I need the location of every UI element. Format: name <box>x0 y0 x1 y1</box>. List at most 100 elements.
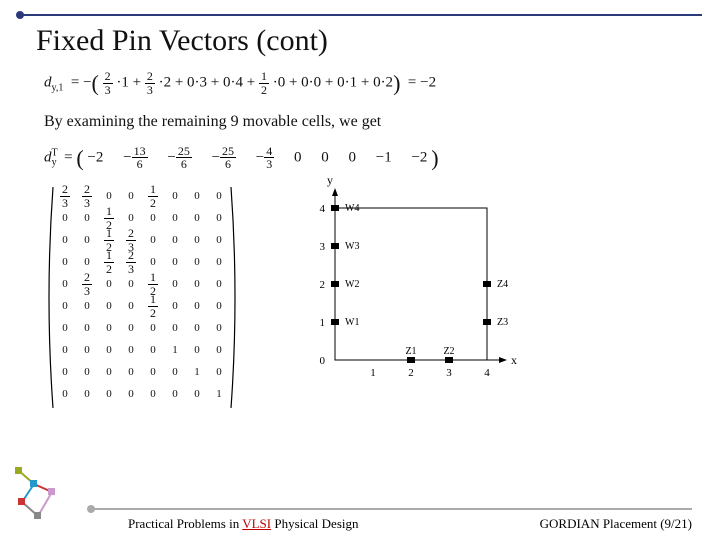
svg-text:2: 2 <box>408 367 414 379</box>
matrix-cell: 0 <box>216 234 222 246</box>
header-rule <box>18 14 702 16</box>
matrix-cell: 0 <box>62 234 68 246</box>
matrix-cell: 0 <box>216 300 222 312</box>
footer-right: GORDIAN Placement (9/21) <box>540 516 692 532</box>
svg-text:4: 4 <box>320 203 326 215</box>
page-title: Fixed Pin Vectors (cont) <box>36 24 328 58</box>
matrix-cell: 23 <box>82 183 92 209</box>
matrix-cell: 0 <box>172 234 178 246</box>
matrix-cell: 0 <box>62 322 68 334</box>
svg-text:Z1: Z1 <box>405 346 416 357</box>
matrix-cell: 0 <box>128 300 134 312</box>
svg-text:W1: W1 <box>345 317 359 328</box>
matrix-cell: 0 <box>62 300 68 312</box>
matrix-cell: 0 <box>172 322 178 334</box>
matrix-cell: 0 <box>84 212 90 224</box>
svg-text:Z4: Z4 <box>497 279 508 290</box>
matrix-cell: 12 <box>148 183 158 209</box>
svg-text:2: 2 <box>320 279 326 291</box>
matrix-cell: 0 <box>194 322 200 334</box>
matrix-cell: 0 <box>62 388 68 400</box>
matrix-cell: 0 <box>216 256 222 268</box>
svg-text:Z2: Z2 <box>443 346 454 357</box>
matrix-cell: 0 <box>128 344 134 356</box>
matrix-cell: 0 <box>62 344 68 356</box>
matrix-cell: 0 <box>194 256 200 268</box>
matrix-cell: 0 <box>150 212 156 224</box>
matrix-cell: 23 <box>126 249 136 275</box>
matrix-cell: 12 <box>148 293 158 319</box>
equation-dy1: dy,1 = −( 23 ·1 + 23 ·2 + 0·3 + 0·4 + 12… <box>44 70 688 97</box>
matrix-cell: 0 <box>194 190 200 202</box>
header-dot <box>16 11 24 19</box>
svg-text:W2: W2 <box>345 279 359 290</box>
matrix-cell: 0 <box>194 388 200 400</box>
matrix-cell: 0 <box>172 190 178 202</box>
svg-text:x: x <box>511 353 517 367</box>
matrix-cell: 0 <box>62 256 68 268</box>
matrix-cell: 0 <box>172 212 178 224</box>
matrix-cell: 0 <box>84 234 90 246</box>
matrix-cell: 0 <box>84 322 90 334</box>
matrix-cell: 1 <box>194 366 200 378</box>
matrix-cell: 0 <box>128 366 134 378</box>
matrix-cell: 0 <box>194 278 200 290</box>
matrix-cell: 0 <box>84 300 90 312</box>
matrix-cell: 0 <box>194 212 200 224</box>
svg-text:W4: W4 <box>345 203 359 214</box>
footer-rule <box>90 508 692 510</box>
matrix-cell: 0 <box>150 388 156 400</box>
matrix-cell: 12 <box>104 249 114 275</box>
matrix-cell: 0 <box>128 212 134 224</box>
matrix-cell: 1 <box>216 388 222 400</box>
matrix-cell: 0 <box>106 322 112 334</box>
matrix-cell: 0 <box>216 366 222 378</box>
svg-text:y: y <box>327 173 333 187</box>
matrix-cell: 0 <box>84 388 90 400</box>
matrix-cell: 0 <box>128 322 134 334</box>
matrix-cell: 0 <box>106 278 112 290</box>
matrix-cell: 0 <box>106 190 112 202</box>
matrix-cell: 0 <box>106 300 112 312</box>
matrix-cell: 0 <box>216 212 222 224</box>
matrix-cell: 0 <box>150 344 156 356</box>
matrix-cell: 0 <box>128 278 134 290</box>
matrix-cell: 0 <box>216 322 222 334</box>
footer-dot <box>87 505 95 513</box>
matrix-cell: 0 <box>62 366 68 378</box>
matrix-cell: 0 <box>150 366 156 378</box>
matrix-cell: 0 <box>194 344 200 356</box>
matrix-cell: 0 <box>172 366 178 378</box>
matrix-cell: 0 <box>62 212 68 224</box>
svg-text:1: 1 <box>320 317 326 329</box>
matrix-cell: 0 <box>194 300 200 312</box>
footer-left: Practical Problems in VLSI Physical Desi… <box>128 516 359 532</box>
matrix-cell: 0 <box>194 234 200 246</box>
matrix-cell: 0 <box>150 322 156 334</box>
matrix-cell: 0 <box>84 344 90 356</box>
coefficient-matrix: 2323001200000120000000122300000012230000… <box>44 185 240 410</box>
matrix-cell: 0 <box>106 366 112 378</box>
matrix-cell: 0 <box>150 256 156 268</box>
matrix-cell: 0 <box>150 234 156 246</box>
explain-text: By examining the remaining 9 movable cel… <box>44 113 688 131</box>
decorative-graph-icon <box>12 462 76 526</box>
svg-text:3: 3 <box>446 367 452 379</box>
matrix-cell: 0 <box>216 278 222 290</box>
matrix-cell: 0 <box>106 344 112 356</box>
svg-text:W3: W3 <box>345 241 359 252</box>
equation-dyT: dTy = ( −2 −136 −256 −256 −43 0 0 0 −1 −… <box>44 145 688 172</box>
slide-body: dy,1 = −( 23 ·1 + 23 ·2 + 0·3 + 0·4 + 12… <box>44 70 688 410</box>
matrix-cell: 0 <box>172 278 178 290</box>
svg-text:Z3: Z3 <box>497 317 508 328</box>
pin-diagram: yx123401234W4W3W2W1Z1Z2Z4Z3 <box>280 185 530 399</box>
matrix-cell: 0 <box>106 388 112 400</box>
matrix-cell: 0 <box>172 256 178 268</box>
matrix-cell: 0 <box>128 388 134 400</box>
matrix-cell: 0 <box>172 388 178 400</box>
matrix-cell: 23 <box>60 183 70 209</box>
svg-text:0: 0 <box>320 355 326 367</box>
matrix-cell: 1 <box>172 344 178 356</box>
svg-text:3: 3 <box>320 241 326 253</box>
matrix-cell: 0 <box>128 190 134 202</box>
